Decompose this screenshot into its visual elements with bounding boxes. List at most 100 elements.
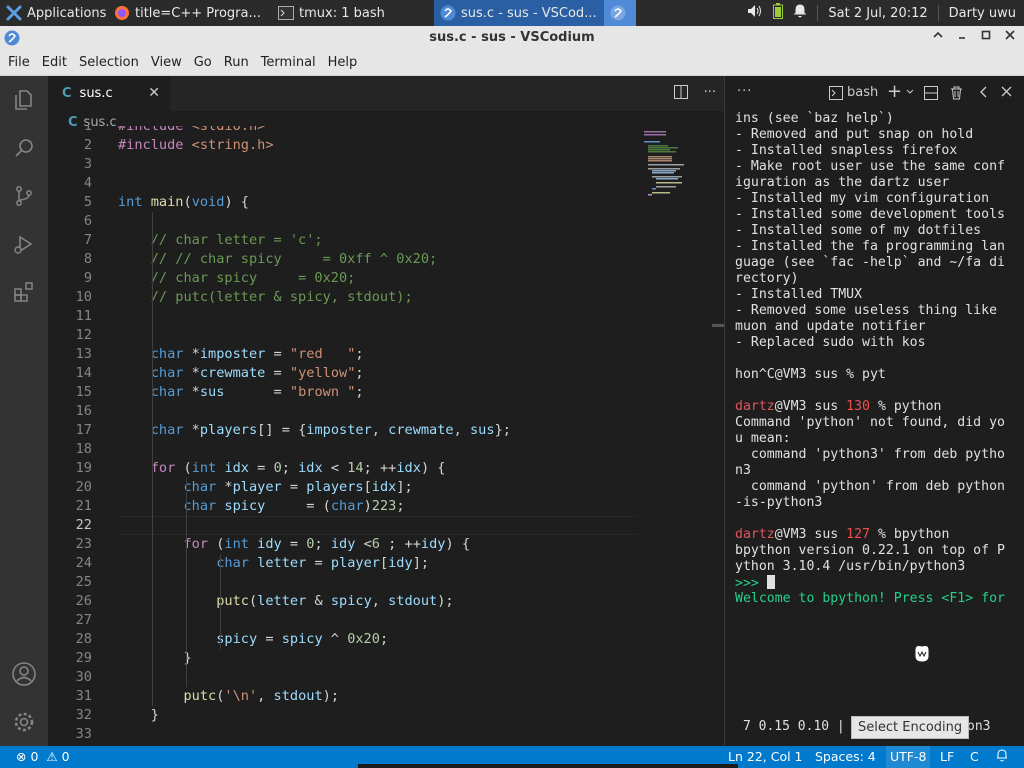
explorer-icon[interactable]: [0, 76, 48, 124]
code-line[interactable]: 14 char *crewmate = "yellow";: [48, 364, 638, 383]
panel-more-icon[interactable]: ···: [737, 84, 752, 99]
code-editor[interactable]: 1 #include <stdio.h> 2 #include <string.h> 3…: [48, 126, 638, 746]
code-line[interactable]: 1 #include <stdio.h>: [48, 126, 638, 136]
chevron-left-icon[interactable]: [979, 86, 989, 102]
code-line[interactable]: 13 char *imposter = "red ";: [48, 345, 638, 364]
menu-file[interactable]: File: [2, 55, 36, 70]
code-line[interactable]: 8 // // char spicy = 0xff ^ 0x20;: [48, 250, 638, 269]
code-line[interactable]: 28 spicy = spicy ^ 0x20;: [48, 630, 638, 649]
code-line[interactable]: 23 for (int idy = 0; idy <6 ; ++idy) {: [48, 535, 638, 554]
source-control-icon[interactable]: [0, 172, 48, 220]
code-line[interactable]: 30: [48, 668, 638, 687]
minimize-icon[interactable]: [956, 29, 968, 45]
taskbar-window-tmux[interactable]: tmux: 1 bash: [272, 0, 434, 26]
chevron-down-icon[interactable]: [905, 86, 915, 101]
terminal-output[interactable]: ins (see `baz help`) - Removed and put sn…: [735, 111, 1021, 711]
window-titlebar[interactable]: sus.c - sus - VSCodium: [0, 26, 1024, 50]
warning-icon: ⚠: [46, 749, 58, 764]
encoding[interactable]: UTF-8: [886, 746, 931, 768]
line-source: for (int idy = 0; idy <6 ; ++idy) {: [183, 536, 471, 552]
code-line[interactable]: 27: [48, 611, 638, 630]
code-line[interactable]: 16: [48, 402, 638, 421]
chevron-up-icon[interactable]: [932, 29, 944, 45]
code-line[interactable]: 22: [48, 516, 638, 535]
clock[interactable]: Sat 2 Jul, 20:12: [828, 6, 927, 21]
code-line[interactable]: 32 }: [48, 706, 638, 725]
code-line[interactable]: 29 }: [48, 649, 638, 668]
indentation[interactable]: Spaces: 4: [815, 749, 876, 764]
battery-icon[interactable]: [773, 3, 784, 23]
terminal-line: - Removed some useless thing like: [735, 303, 998, 318]
taskbar-window-vscodium-icon[interactable]: [604, 0, 636, 26]
close-tab-icon[interactable]: ✕: [148, 85, 160, 101]
code-line[interactable]: 3: [48, 155, 638, 174]
line-number: 12: [75, 327, 92, 343]
code-line[interactable]: 4: [48, 174, 638, 193]
taskbar-window-vscodium[interactable]: sus.c - sus - VSCod...: [434, 0, 604, 26]
terminal-tab-label[interactable]: bash: [847, 85, 878, 100]
taskbar-window-firefox[interactable]: title=C++ Progra...: [108, 0, 272, 26]
terminal-line: ins (see `baz help`): [735, 111, 894, 126]
code-line[interactable]: 9 // char spicy = 0x20;: [48, 269, 638, 288]
new-terminal-icon[interactable]: +: [887, 81, 902, 102]
maximize-icon[interactable]: [980, 29, 992, 45]
notifications-bell-icon[interactable]: [996, 749, 1008, 765]
code-line[interactable]: 12: [48, 326, 638, 345]
code-line[interactable]: 31 putc('\n', stdout);: [48, 687, 638, 706]
tab-sus-c[interactable]: C sus.c ✕: [48, 76, 170, 111]
search-icon[interactable]: [0, 124, 48, 172]
horizontal-scrollbar[interactable]: [358, 764, 738, 768]
terminal-line: command 'python' from deb python: [735, 479, 1005, 494]
code-line[interactable]: 25: [48, 573, 638, 592]
code-line[interactable]: 2 #include <string.h>: [48, 136, 638, 155]
line-number: 18: [75, 441, 92, 457]
terminal-line: - Installed TMUX: [735, 287, 863, 302]
code-line[interactable]: 5 int main(void) {: [48, 193, 638, 212]
menu-run[interactable]: Run: [218, 55, 255, 70]
code-line[interactable]: 19 for (int idx = 0; idx < 14; ++idx) {: [48, 459, 638, 478]
code-line[interactable]: 7 // char letter = 'c';: [48, 231, 638, 250]
line-number: 25: [75, 574, 92, 590]
menu-edit[interactable]: Edit: [36, 55, 73, 70]
line-source: char spicy = (char)223;: [183, 498, 405, 514]
code-line[interactable]: 24 char letter = player[idy];: [48, 554, 638, 573]
menu-go[interactable]: Go: [188, 55, 218, 70]
more-actions-icon[interactable]: ···: [704, 85, 716, 103]
code-line[interactable]: 11: [48, 307, 638, 326]
end-of-line[interactable]: LF: [940, 749, 954, 764]
code-line[interactable]: 6: [48, 212, 638, 231]
split-terminal-icon[interactable]: [924, 86, 938, 104]
line-source: // putc(letter & spicy, stdout);: [118, 289, 413, 305]
problems-indicator[interactable]: ⊗ 0 ⚠ 0: [16, 749, 70, 764]
code-line[interactable]: 10 // putc(letter & spicy, stdout);: [48, 288, 638, 307]
run-debug-icon[interactable]: [0, 220, 48, 268]
code-line[interactable]: 17 char *players[] = {imposter, crewmate…: [48, 421, 638, 440]
split-editor-icon[interactable]: [673, 85, 688, 103]
close-icon[interactable]: [1004, 29, 1016, 45]
applications-menu-button[interactable]: Applications ☰: [0, 0, 108, 26]
menu-selection[interactable]: Selection: [73, 55, 145, 70]
editor-scrollbar[interactable]: [712, 324, 724, 327]
minimap[interactable]: [644, 131, 708, 211]
code-line[interactable]: 20 char *player = players[idx];: [48, 478, 638, 497]
cursor-position[interactable]: Ln 22, Col 1: [728, 749, 803, 764]
code-line[interactable]: 33: [48, 725, 638, 744]
code-line[interactable]: 15 char *sus = "brown ";: [48, 383, 638, 402]
menu-view[interactable]: View: [145, 55, 188, 70]
settings-gear-icon[interactable]: [0, 698, 48, 746]
volume-icon[interactable]: [747, 4, 763, 22]
code-line[interactable]: 21 char spicy = (char)223;: [48, 497, 638, 516]
menu-help[interactable]: Help: [322, 55, 364, 70]
menu-terminal[interactable]: Terminal: [255, 55, 322, 70]
code-line[interactable]: 26 putc(letter & spicy, stdout);: [48, 592, 638, 611]
code-line[interactable]: 18: [48, 440, 638, 459]
user-menu[interactable]: Darty uwu: [949, 6, 1016, 21]
line-source: char *players[] = {imposter, crewmate, s…: [150, 422, 511, 438]
close-panel-icon[interactable]: [1001, 86, 1012, 101]
accounts-icon[interactable]: [0, 650, 48, 698]
extensions-icon[interactable]: [0, 268, 48, 316]
line-number: 33: [75, 726, 92, 742]
notification-bell-icon[interactable]: [793, 4, 807, 22]
language-mode[interactable]: C: [970, 749, 979, 764]
trash-icon[interactable]: [950, 86, 963, 104]
